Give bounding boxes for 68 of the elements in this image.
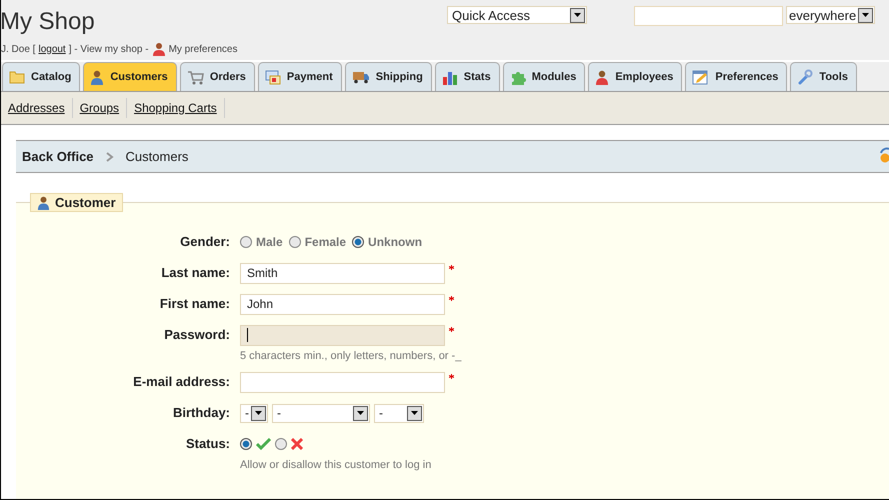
radio-button[interactable] bbox=[240, 438, 252, 450]
text-input[interactable]: John bbox=[240, 294, 445, 314]
nav-tab[interactable]: Orders bbox=[180, 62, 255, 91]
quick-access-dropdown[interactable]: Quick Access bbox=[447, 6, 587, 24]
bar-chart-icon bbox=[442, 70, 458, 84]
caret-icon bbox=[357, 411, 364, 415]
field-label: Status: bbox=[184, 435, 230, 453]
view-shop-text: ] - View my shop - bbox=[68, 44, 149, 54]
search-scope-dropdown[interactable]: everywhere bbox=[786, 6, 875, 24]
birthday-dropdown[interactable]: - bbox=[240, 404, 268, 422]
subnav-link[interactable]: Shopping Carts bbox=[134, 98, 225, 118]
text-input[interactable] bbox=[240, 372, 445, 392]
field-label: E-mail address: bbox=[132, 373, 230, 391]
shop-title: My Shop bbox=[1, 7, 96, 36]
person-icon bbox=[37, 196, 50, 210]
search-field[interactable] bbox=[634, 6, 783, 26]
truck-icon bbox=[352, 70, 370, 84]
field-label: Password: bbox=[163, 326, 230, 344]
check-icon bbox=[256, 438, 271, 450]
breadcrumb-item[interactable]: Back Office bbox=[22, 149, 94, 164]
pencil-page-icon bbox=[692, 70, 710, 84]
nav-tab[interactable]: Modules bbox=[502, 62, 586, 91]
field-label: Gender: bbox=[179, 233, 230, 251]
person-icon bbox=[152, 42, 166, 56]
radio-button[interactable] bbox=[275, 438, 287, 450]
text-input[interactable]: Smith bbox=[240, 262, 445, 284]
card-icon bbox=[264, 70, 281, 84]
my-preferences-link[interactable]: My preferences bbox=[168, 44, 238, 54]
nav-tab[interactable]: Tools bbox=[790, 62, 857, 91]
radio-label: Female bbox=[304, 235, 346, 249]
wrench-icon bbox=[797, 69, 814, 85]
nav-tab[interactable]: Catalog bbox=[2, 62, 80, 91]
caret-icon bbox=[862, 13, 869, 17]
nav-tab[interactable]: Stats bbox=[434, 62, 500, 91]
breadcrumb-item: Customers bbox=[126, 149, 188, 164]
puzzle-icon bbox=[510, 70, 526, 84]
folder-icon bbox=[9, 70, 25, 84]
field-hint: Allow or disallow this customer to log in bbox=[240, 459, 432, 471]
field-label: First name: bbox=[158, 295, 230, 313]
nav-tab[interactable]: Employees bbox=[588, 62, 682, 91]
chevron-icon bbox=[106, 152, 114, 162]
radio-label: Unknown bbox=[368, 235, 422, 249]
caret-icon bbox=[574, 13, 581, 17]
legend-title: Customer bbox=[55, 195, 116, 210]
field-hint: 5 characters min., only letters, numbers, or -_ bbox=[240, 350, 462, 362]
logout-link[interactable]: logout bbox=[38, 44, 66, 54]
field-label: Last name: bbox=[160, 264, 230, 282]
caret-icon bbox=[411, 411, 418, 415]
subnav-link[interactable]: Addresses bbox=[8, 98, 73, 118]
person-icon bbox=[90, 70, 104, 84]
nav-tab[interactable]: Shipping bbox=[344, 62, 432, 91]
nav-tab[interactable]: Payment bbox=[258, 62, 342, 91]
nav-tab[interactable]: Customers bbox=[83, 62, 177, 91]
birthday-dropdown[interactable]: - bbox=[272, 404, 370, 422]
cross-icon bbox=[291, 438, 303, 450]
user-name: J. Doe [ bbox=[1, 44, 36, 54]
radio-label: Male bbox=[256, 235, 283, 249]
nav-tab[interactable]: Preferences bbox=[685, 62, 788, 91]
cart-icon bbox=[186, 70, 204, 84]
text-input[interactable] bbox=[240, 324, 445, 346]
caret-icon bbox=[255, 411, 262, 415]
subnav-link[interactable]: Groups bbox=[80, 98, 128, 118]
radio-button[interactable] bbox=[288, 236, 301, 248]
radio-button[interactable] bbox=[352, 236, 364, 248]
radio-button[interactable] bbox=[240, 236, 252, 248]
person-icon bbox=[595, 70, 610, 84]
birthday-dropdown[interactable]: - bbox=[374, 404, 424, 422]
field-label: Birthday: bbox=[172, 404, 230, 422]
